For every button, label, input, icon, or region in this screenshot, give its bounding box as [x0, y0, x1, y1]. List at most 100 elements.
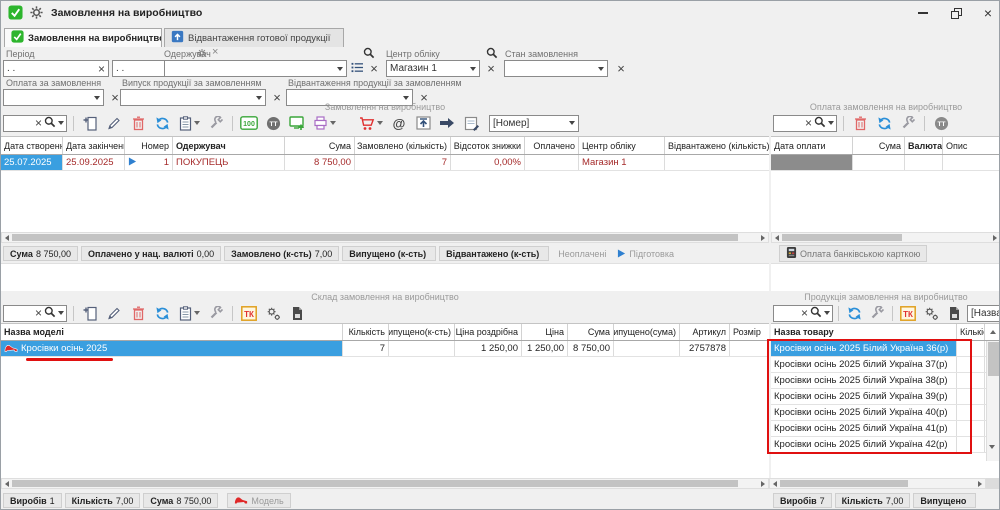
- tt-sphere-icon[interactable]: TT: [931, 113, 951, 133]
- gears-icon[interactable]: [921, 303, 941, 323]
- delete-trash-icon[interactable]: [850, 113, 870, 133]
- close-button[interactable]: ×: [975, 1, 1000, 25]
- tt-sphere-icon[interactable]: TT: [263, 113, 283, 133]
- display-plus-icon[interactable]: [287, 113, 307, 133]
- col-header[interactable]: Опис: [943, 137, 999, 154]
- settings-wrench-icon[interactable]: [867, 303, 887, 323]
- settings-wrench-icon[interactable]: [206, 113, 226, 133]
- scroll-right-icon[interactable]: [975, 479, 985, 488]
- col-header[interactable]: Назва товару: [771, 324, 957, 340]
- clear-icon[interactable]: ×: [35, 306, 42, 320]
- scroll-right-icon[interactable]: [990, 233, 1000, 242]
- payments-hscrollbar[interactable]: [771, 232, 1000, 243]
- products-search-input[interactable]: ×: [773, 305, 833, 322]
- refresh-icon[interactable]: [152, 113, 172, 133]
- email-at-icon[interactable]: @: [389, 113, 409, 133]
- scroll-thumb[interactable]: [782, 234, 902, 241]
- payments-search-input[interactable]: ×: [773, 115, 837, 132]
- receiver-list-icon[interactable]: [351, 62, 364, 76]
- scroll-right-icon[interactable]: [758, 233, 768, 242]
- col-header[interactable]: Відвантажено (кількість): [665, 137, 769, 154]
- scroll-left-icon[interactable]: [770, 479, 780, 488]
- document-edit-icon[interactable]: [461, 113, 481, 133]
- clear-icon[interactable]: ×: [98, 62, 105, 76]
- edit-pencil-icon[interactable]: [104, 113, 124, 133]
- scroll-left-icon[interactable]: [2, 479, 12, 488]
- col-header[interactable]: Оплачено: [525, 137, 579, 154]
- export-document-icon[interactable]: [944, 303, 964, 323]
- add-document-icon[interactable]: [80, 303, 100, 323]
- search-icon[interactable]: [44, 306, 56, 321]
- export-document-icon[interactable]: [287, 303, 307, 323]
- restore-button[interactable]: [943, 1, 971, 25]
- scroll-right-icon[interactable]: [758, 479, 768, 488]
- col-header[interactable]: Дата оплати: [771, 137, 853, 154]
- col-header[interactable]: Дата створення: [1, 137, 63, 154]
- scroll-down-icon[interactable]: [989, 449, 995, 460]
- delete-trash-icon[interactable]: [128, 113, 148, 133]
- tab-orders[interactable]: Замовлення на виробництво: [4, 28, 162, 47]
- forward-arrow-icon[interactable]: [437, 113, 457, 133]
- refresh-icon[interactable]: [844, 303, 864, 323]
- order-number-filter-combo[interactable]: [Номер]: [489, 115, 579, 132]
- col-header[interactable]: Валюта: [905, 137, 943, 154]
- search-icon[interactable]: [814, 116, 826, 131]
- col-header[interactable]: Сума: [853, 137, 905, 154]
- settings-wrench-icon[interactable]: [898, 113, 918, 133]
- barcode-100-icon[interactable]: 100: [239, 113, 259, 133]
- cart-icon[interactable]: [357, 113, 385, 133]
- add-document-icon[interactable]: [80, 113, 100, 133]
- col-header[interactable]: Центр обліку: [579, 137, 665, 154]
- payment-empty-row[interactable]: [771, 155, 1000, 171]
- order-state-combo[interactable]: [504, 60, 608, 77]
- report-clipboard-icon[interactable]: [176, 303, 202, 323]
- print-icon[interactable]: [311, 113, 337, 133]
- col-header[interactable]: Назва моделі: [1, 324, 343, 340]
- gears-icon[interactable]: [263, 303, 283, 323]
- composition-row[interactable]: Кросівки осінь 2025 7 1 250,00 1 250,00 …: [1, 341, 769, 357]
- scroll-up-icon[interactable]: [985, 324, 1000, 340]
- tab-shipment[interactable]: Відвантаження готової продукції: [164, 28, 344, 47]
- order-row[interactable]: 25.07.2025 25.09.2025 1 ПОКУПЕЦЬ 8 750,0…: [1, 155, 769, 171]
- scroll-left-icon[interactable]: [772, 233, 782, 242]
- upload-box-icon[interactable]: [413, 113, 433, 133]
- clear-icon[interactable]: ×: [805, 116, 812, 130]
- card-payment-button[interactable]: Оплата банківською карткою: [779, 245, 927, 262]
- order-state-clear-icon[interactable]: ×: [614, 60, 628, 77]
- center-clear-icon[interactable]: ×: [484, 60, 498, 77]
- orders-search-input[interactable]: ×: [3, 115, 67, 132]
- search-icon[interactable]: [810, 306, 822, 321]
- products-vscrollbar[interactable]: [986, 341, 1000, 461]
- tk-card-icon[interactable]: ТК: [898, 303, 918, 323]
- tk-card-icon[interactable]: ТК: [239, 303, 259, 323]
- center-combo[interactable]: Магазин 1: [386, 60, 480, 77]
- col-header[interactable]: Ціна: [522, 324, 568, 340]
- refresh-icon[interactable]: [874, 113, 894, 133]
- clear-icon[interactable]: ×: [35, 116, 42, 130]
- search-icon[interactable]: [44, 116, 56, 131]
- col-header[interactable]: Ціна роздрібна: [455, 324, 522, 340]
- col-header[interactable]: Одержувач: [173, 137, 285, 154]
- col-header[interactable]: Кількість: [343, 324, 389, 340]
- period-from-input[interactable]: . .×: [3, 60, 109, 77]
- orders-hscrollbar[interactable]: [1, 232, 769, 243]
- scroll-left-icon[interactable]: [2, 233, 12, 242]
- scroll-thumb[interactable]: [988, 342, 999, 376]
- receiver-clear-icon[interactable]: ×: [367, 60, 381, 77]
- scroll-thumb[interactable]: [780, 480, 908, 487]
- period-clear-icon[interactable]: ×: [212, 46, 218, 58]
- settings-wrench-icon[interactable]: [206, 303, 226, 323]
- minimize-button[interactable]: [909, 1, 937, 25]
- col-header[interactable]: Артикул: [680, 324, 730, 340]
- products-hscrollbar[interactable]: [769, 478, 986, 489]
- delete-trash-icon[interactable]: [128, 303, 148, 323]
- scroll-thumb[interactable]: [12, 234, 738, 241]
- refresh-icon[interactable]: [152, 303, 172, 323]
- col-header[interactable]: Дата закінчення: [63, 137, 125, 154]
- clear-icon[interactable]: ×: [801, 306, 808, 320]
- composition-search-input[interactable]: ×: [3, 305, 67, 322]
- col-header[interactable]: Відсоток знижки: [451, 137, 525, 154]
- col-header[interactable]: Сума: [285, 137, 355, 154]
- scroll-thumb[interactable]: [12, 480, 738, 487]
- col-header[interactable]: Номер: [125, 137, 173, 154]
